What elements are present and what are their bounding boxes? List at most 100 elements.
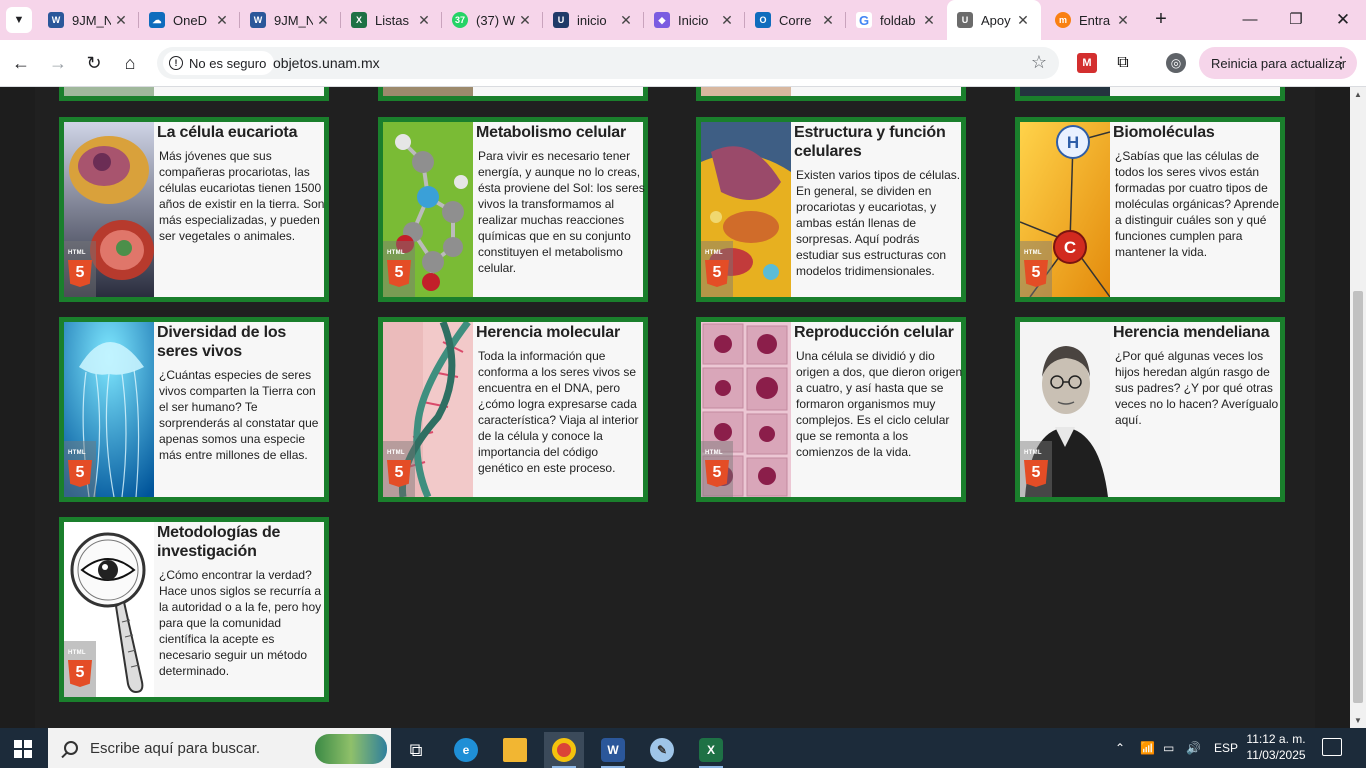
card-description: Más jóvenes que sus compañeras procariot…: [159, 149, 325, 243]
forward-button[interactable]: →: [46, 51, 70, 75]
html5-badge-icon: HTML 5: [64, 241, 96, 297]
network-icon[interactable]: 📶: [1140, 728, 1155, 768]
close-tab-icon[interactable]: ✕: [1113, 12, 1133, 29]
tab-5[interactable]: 37 (37) W ✕: [442, 0, 543, 40]
partial-card[interactable]: [378, 87, 648, 101]
tab-11[interactable]: m Entra ✕: [1045, 0, 1141, 40]
scroll-down-icon[interactable]: ▼: [1350, 716, 1366, 725]
word-taskbar-icon[interactable]: W: [593, 732, 633, 768]
profile-avatar-icon[interactable]: ◎: [1166, 53, 1186, 73]
close-tab-icon[interactable]: ✕: [616, 12, 636, 29]
close-window-button[interactable]: ✕: [1331, 8, 1355, 32]
partial-card[interactable]: [696, 87, 966, 101]
search-icon: [64, 741, 78, 755]
volume-icon[interactable]: 🔊: [1186, 728, 1201, 768]
tab-title: 9JM_N: [72, 12, 111, 28]
tab-8[interactable]: O Corre ✕: [745, 0, 846, 40]
tab-title: 9JM_N: [274, 12, 313, 28]
card-biomoleculas[interactable]: H C Biomoléculas ¿Sabías que las células…: [1015, 117, 1285, 302]
partial-card[interactable]: [1015, 87, 1285, 101]
page-scrollbar[interactable]: ▲ ▼: [1350, 87, 1366, 728]
card-herencia-mendeliana[interactable]: Herencia mendeliana ¿Por qué algunas vec…: [1015, 317, 1285, 502]
show-hidden-icons[interactable]: ⌃: [1115, 728, 1125, 768]
partial-card[interactable]: [59, 87, 329, 101]
notification-center-icon[interactable]: [1322, 738, 1342, 756]
back-button[interactable]: ←: [9, 51, 33, 75]
html5-badge-icon: HTML 5: [383, 441, 415, 497]
mendeley-extension-icon[interactable]: M: [1077, 53, 1097, 73]
taskbar-search-box[interactable]: Escribe aquí para buscar.: [48, 728, 391, 768]
close-tab-icon[interactable]: ✕: [414, 12, 434, 29]
url-text[interactable]: objetos.unam.mx: [273, 55, 380, 71]
close-tab-icon[interactable]: ✕: [717, 12, 737, 29]
tab-title: foldab: [880, 12, 916, 28]
html5-badge-icon: HTML 5: [1020, 441, 1052, 497]
tab-title: Corre: [779, 12, 812, 28]
close-tab-icon[interactable]: ✕: [1013, 12, 1033, 29]
not-secure-chip[interactable]: ! No es seguro: [163, 51, 275, 75]
tab-6[interactable]: U inicio ✕: [543, 0, 644, 40]
scrollbar-thumb[interactable]: [1353, 291, 1363, 703]
card-title: Diversidad de los seres vivos: [157, 324, 287, 360]
restore-button[interactable]: ❐: [1284, 8, 1308, 32]
card-description: ¿Cuántas especies de seres vivos compart…: [159, 368, 319, 462]
tab-4[interactable]: X Listas ✕: [341, 0, 442, 40]
card-description: Existen varios tipos de células. En gene…: [796, 168, 961, 278]
tab-7[interactable]: ◆ Inicio ✕: [644, 0, 745, 40]
bookmark-star-icon[interactable]: ☆: [1031, 52, 1047, 73]
excel-taskbar-icon[interactable]: X: [691, 732, 731, 768]
html5-badge-icon: HTML 5: [1020, 241, 1052, 297]
tab-title: Entra: [1079, 12, 1111, 28]
card-celula-eucariota[interactable]: La célula eucariota Más jóvenes que sus …: [59, 117, 329, 302]
close-tab-icon[interactable]: ✕: [818, 12, 838, 29]
card-metabolismo-celular[interactable]: Metabolismo celular Para vivir es necesa…: [378, 117, 648, 302]
close-tab-icon[interactable]: ✕: [212, 12, 232, 29]
html5-badge-icon: HTML 5: [64, 441, 96, 497]
tab-search-button[interactable]: ▼: [6, 7, 32, 33]
home-button[interactable]: ⌂: [118, 51, 142, 75]
edge-icon[interactable]: e: [446, 732, 486, 768]
card-herencia-molecular[interactable]: Herencia molecular Toda la información q…: [378, 317, 648, 502]
outlook-icon: O: [755, 12, 771, 28]
html5-badge-icon: HTML 5: [701, 441, 733, 497]
card-title: Metodologías de investigación: [157, 524, 281, 560]
tab-10-active[interactable]: U Apoy ✕: [947, 0, 1041, 40]
extensions-puzzle-icon[interactable]: ⧉: [1113, 53, 1133, 73]
scroll-up-icon[interactable]: ▲: [1350, 90, 1366, 99]
reload-button[interactable]: ↻: [82, 51, 106, 75]
windows-start-icon[interactable]: [14, 740, 32, 758]
html5-badge-icon: HTML 5: [383, 241, 415, 297]
tab-title: Apoy: [981, 12, 1011, 28]
browser-toolbar: ← → ↻ ⌂ ! No es seguro objetos.unam.mx ☆…: [0, 40, 1366, 87]
tab-1[interactable]: W 9JM_N ✕: [38, 0, 139, 40]
address-bar[interactable]: ! No es seguro objetos.unam.mx ☆: [157, 47, 1059, 79]
chrome-icon[interactable]: [544, 732, 584, 768]
tab-3[interactable]: W 9JM_N ✕: [240, 0, 341, 40]
clock[interactable]: 11:12 a. m. 11/03/2025: [1245, 731, 1307, 763]
close-tab-icon[interactable]: ✕: [313, 12, 333, 29]
html5-badge-icon: HTML 5: [701, 241, 733, 297]
whatsapp-icon: 37: [452, 12, 468, 28]
card-estructura-funcion[interactable]: Estructura y función celulares Existen v…: [696, 117, 966, 302]
file-explorer-icon[interactable]: [495, 732, 535, 768]
tab-title: OneD: [173, 12, 207, 28]
close-tab-icon[interactable]: ✕: [111, 12, 131, 29]
tab-2[interactable]: ☁ OneD ✕: [139, 0, 240, 40]
close-tab-icon[interactable]: ✕: [919, 12, 939, 29]
menu-dots-icon[interactable]: ⋮: [1333, 53, 1349, 73]
card-reproduccion-celular[interactable]: Reproducción celular Una célula se divid…: [696, 317, 966, 502]
minimize-button[interactable]: —: [1238, 8, 1262, 32]
svg-text:H: H: [1067, 133, 1079, 152]
restart-to-update-button[interactable]: Reinicia para actualizar ⋮: [1199, 47, 1357, 79]
battery-icon[interactable]: ▭: [1163, 728, 1174, 768]
close-tab-icon[interactable]: ✕: [515, 12, 535, 29]
tab-9[interactable]: G foldab ✕: [846, 0, 947, 40]
paint-icon[interactable]: ✎: [642, 732, 682, 768]
card-diversidad-seres-vivos[interactable]: Diversidad de los seres vivos ¿Cuántas e…: [59, 317, 329, 502]
language-indicator[interactable]: ESP: [1214, 728, 1238, 768]
onedrive-icon: ☁: [149, 12, 165, 28]
card-description: Para vivir es necesario tener energía, y…: [478, 149, 645, 275]
task-view-icon[interactable]: ⧉: [396, 732, 436, 768]
card-metodologias-investigacion[interactable]: Metodologías de investigación ¿Cómo enco…: [59, 517, 329, 702]
new-tab-button[interactable]: +: [1150, 9, 1172, 31]
